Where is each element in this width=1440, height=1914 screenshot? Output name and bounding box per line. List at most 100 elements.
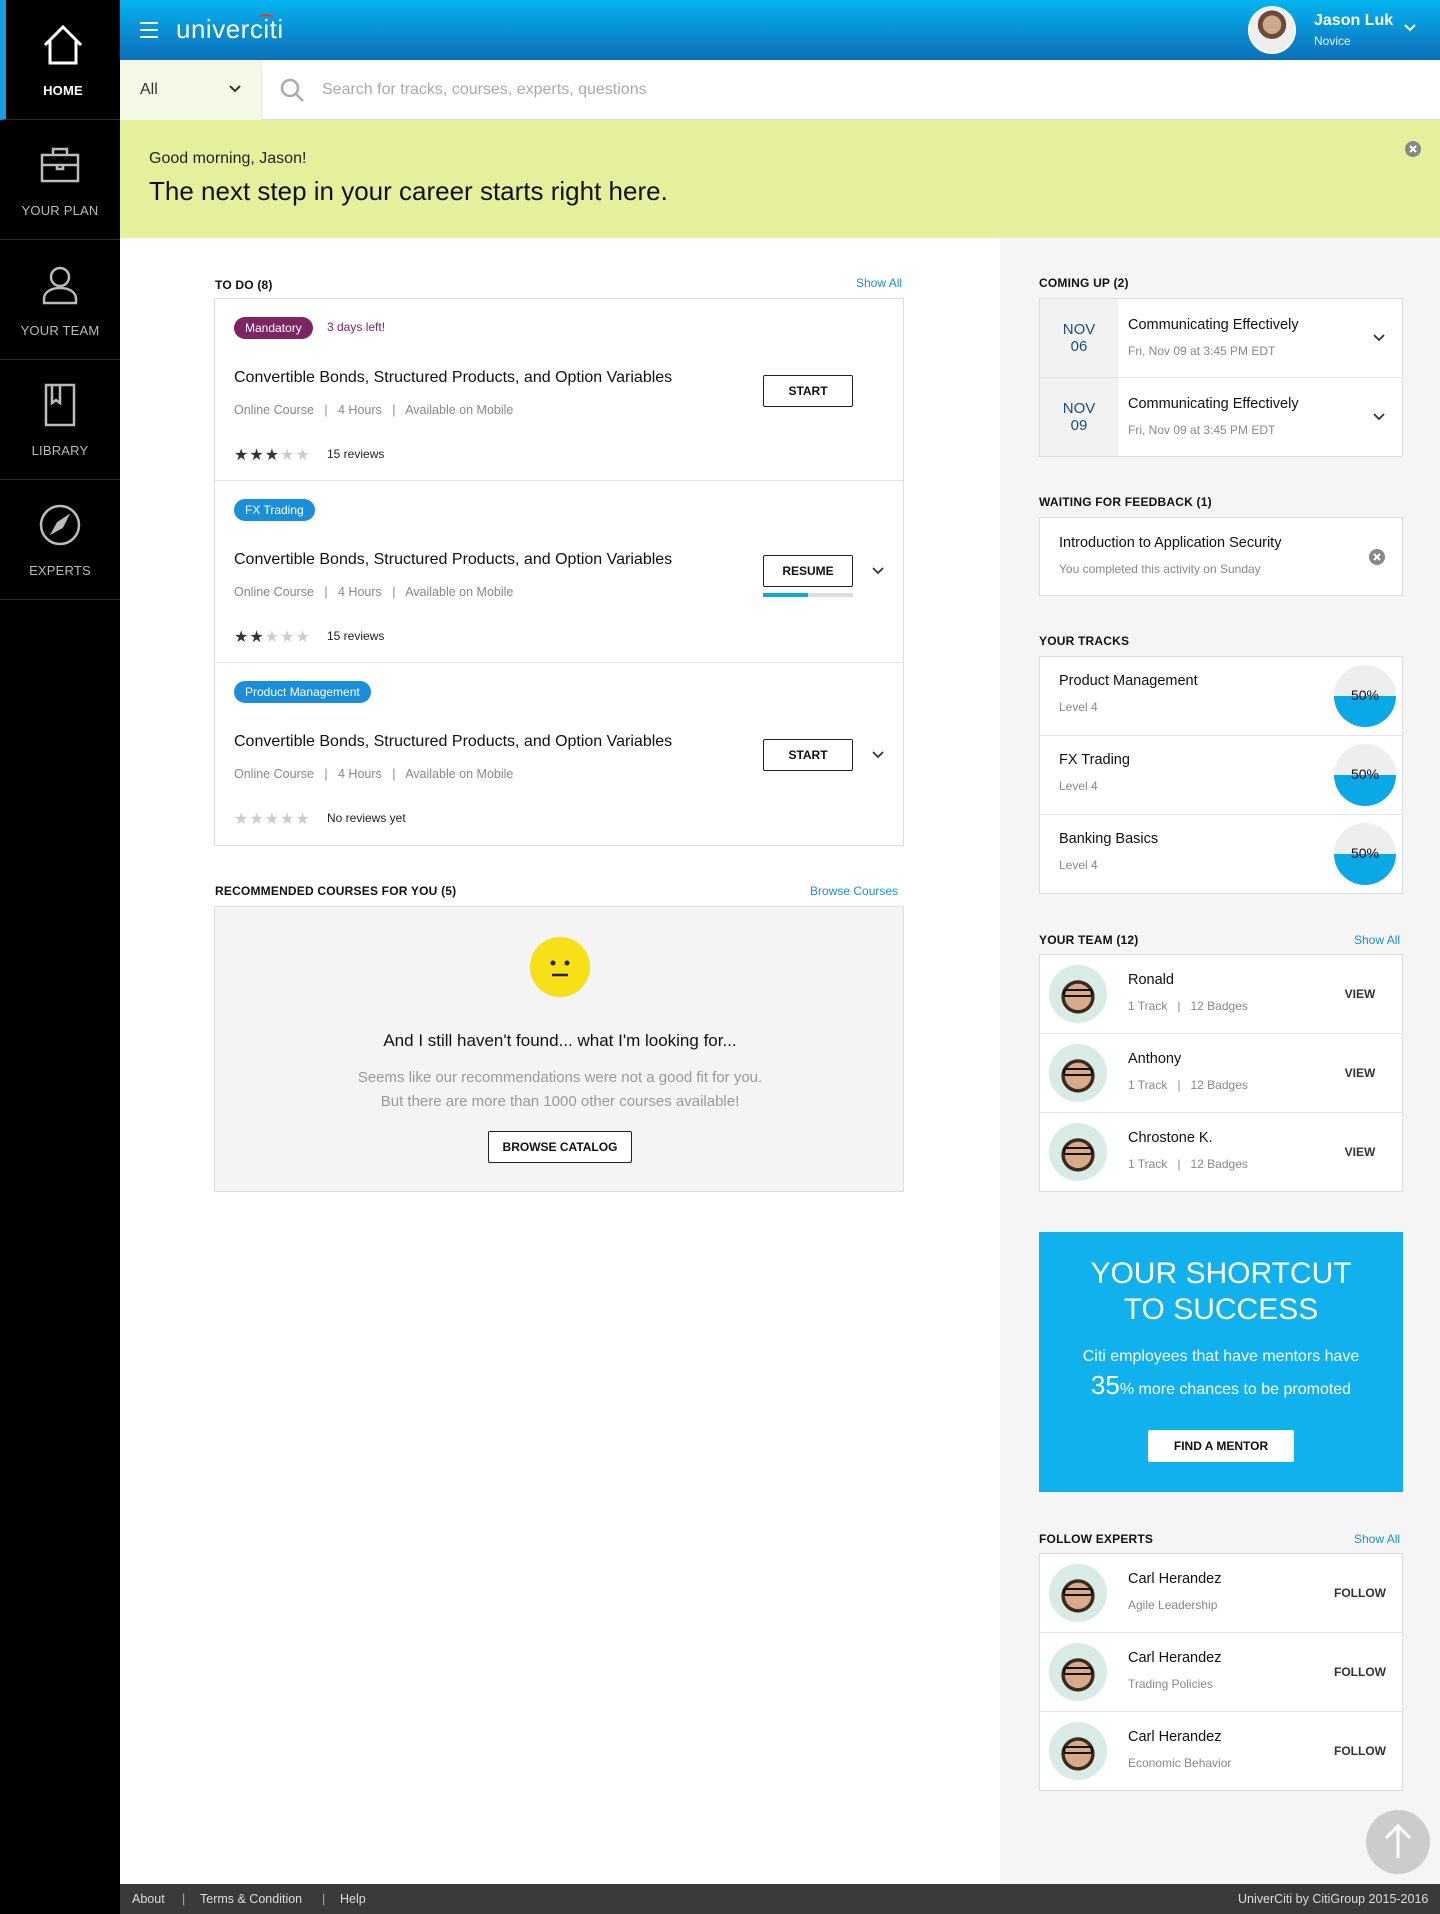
experts-show-all-link[interactable]: Show All [1354,1532,1400,1546]
view-button[interactable]: VIEW [1324,1066,1396,1080]
start-button[interactable]: START [763,739,853,771]
coming-up-list: NOV 06 Communicating Effectively Fri, No… [1039,298,1404,457]
expert-name[interactable]: Carl Herandez [1128,1650,1222,1666]
footer-help-link[interactable]: Help [340,1892,366,1906]
browse-catalog-button[interactable]: BROWSE CATALOG [488,1131,632,1163]
feedback-heading: WAITING FOR FEEDBACK (1) [1039,495,1212,509]
nav-home[interactable]: HOME [0,0,120,120]
chevron-down-icon[interactable] [871,564,885,578]
nav-your-team[interactable]: YOUR TEAM [0,240,120,360]
user-name[interactable]: Jason Luk [1314,12,1393,30]
top-bar: univerciti Jason Luk Novice [120,0,1440,60]
avatar [1049,965,1107,1023]
track-item[interactable]: Banking Basics Level 4 50% [1040,815,1404,894]
view-button[interactable]: VIEW [1324,1145,1396,1159]
footer-terms-link[interactable]: Terms & Condition [200,1892,302,1906]
expert-name[interactable]: Carl Herandez [1128,1571,1222,1587]
nav-experts[interactable]: EXPERTS [0,480,120,600]
avatar [1049,1643,1107,1701]
member-badges: 12 Badges [1190,1157,1248,1171]
nav-library[interactable]: LIBRARY [0,360,120,480]
event-title[interactable]: Communicating Effectively [1128,396,1299,412]
chevron-down-icon[interactable] [1372,410,1386,424]
expert-name[interactable]: Carl Herandez [1128,1729,1222,1745]
track-level: Level 4 [1059,700,1098,714]
star-empty-icon: ★ [295,447,311,464]
coming-up-heading: COMING UP (2) [1039,276,1129,290]
close-icon[interactable] [1368,548,1386,566]
star-filled-icon: ★ [249,629,265,646]
book-icon [44,383,76,427]
footer-copyright: UniverCiti by CitiGroup 2015-2016 [1238,1892,1429,1906]
follow-button[interactable]: FOLLOW [1324,1744,1396,1758]
user-avatar[interactable] [1248,6,1296,54]
course-meta: Online Course | 4 Hours | Available on M… [234,403,514,417]
feedback-title[interactable]: Introduction to Application Security [1059,535,1281,551]
glasses-shape [1063,989,1093,997]
course-meta: Online Course | 4 Hours | Available on M… [234,585,514,599]
feedback-sub: You completed this activity on Sunday [1059,562,1261,576]
event-time: Fri, Nov 09 at 3:45 PM EDT [1128,423,1276,437]
chevron-down-icon[interactable] [871,748,885,762]
event-month: NOV [1062,400,1096,417]
member-tracks: 1 Track [1128,1157,1168,1171]
follow-button[interactable]: FOLLOW [1324,1586,1396,1600]
member-name[interactable]: Ronald [1128,972,1174,988]
course-type: Online Course [234,403,314,417]
track-item[interactable]: Product Management Level 4 50% [1040,657,1404,736]
team-show-all-link[interactable]: Show All [1354,933,1400,947]
footer-about-link[interactable]: About [132,1892,165,1906]
member-name[interactable]: Chrostone K. [1128,1130,1213,1146]
course-title[interactable]: Convertible Bonds, Structured Products, … [234,551,672,569]
chevron-down-icon[interactable] [1404,22,1416,34]
resume-button[interactable]: RESUME [763,555,853,587]
todo-show-all-link[interactable]: Show All [856,276,902,290]
user-role: Novice [1314,34,1351,48]
course-progress-fill [763,593,808,597]
scroll-to-top-button[interactable] [1366,1810,1430,1874]
close-icon[interactable] [1404,140,1422,158]
start-button[interactable]: START [763,375,853,407]
hamburger-icon[interactable] [140,22,158,38]
view-button[interactable]: VIEW [1324,987,1396,1001]
track-name: Product Management [1059,673,1198,689]
member-badges: 12 Badges [1190,999,1248,1013]
course-progress-bar [763,593,853,597]
search-filter-select[interactable]: All [120,60,262,120]
event-month: NOV [1062,321,1096,338]
footer-separator: | [182,1892,186,1906]
member-badges: 12 Badges [1190,1078,1248,1092]
tracks-heading: YOUR TRACKS [1039,634,1130,648]
event-title[interactable]: Communicating Effectively [1128,317,1299,333]
track-percent: 50% [1350,687,1380,703]
star-empty-icon: ★ [234,811,250,828]
logo[interactable]: univerciti [176,14,284,45]
nav-your-plan[interactable]: YOUR PLAN [0,120,120,240]
banner-tagline: The next step in your career starts righ… [149,176,668,206]
filter-value: All [140,81,158,98]
find-mentor-button[interactable]: FIND A MENTOR [1148,1430,1294,1462]
follow-button[interactable]: FOLLOW [1324,1665,1396,1679]
course-type: Online Course [234,585,314,599]
search-input[interactable] [322,75,1422,105]
course-hours: 4 Hours [338,585,382,599]
track-progress-chart: 50% [1334,823,1396,885]
course-title[interactable]: Convertible Bonds, Structured Products, … [234,733,672,751]
track-level: Level 4 [1059,779,1098,793]
avatar [1049,1722,1107,1780]
browse-courses-link[interactable]: Browse Courses [810,884,898,898]
footer-separator: | [322,1892,326,1906]
promo-heading: YOUR SHORTCUT TO SUCCESS [1039,1256,1403,1328]
chevron-down-icon[interactable] [1372,331,1386,345]
course-title[interactable]: Convertible Bonds, Structured Products, … [234,369,672,387]
member-tracks: 1 Track [1128,1078,1168,1092]
expert-item: Carl Herandez Agile Leadership FOLLOW [1040,1554,1404,1633]
course-mobile: Available on Mobile [405,585,514,599]
event-date: NOV 06 [1040,299,1118,377]
course-type: Online Course [234,767,314,781]
track-item[interactable]: FX Trading Level 4 50% [1040,736,1404,815]
track-percent: 50% [1350,766,1380,782]
experts-heading: FOLLOW EXPERTS [1039,1532,1154,1546]
track-tag: Product Management [234,681,371,703]
member-name[interactable]: Anthony [1128,1051,1181,1067]
